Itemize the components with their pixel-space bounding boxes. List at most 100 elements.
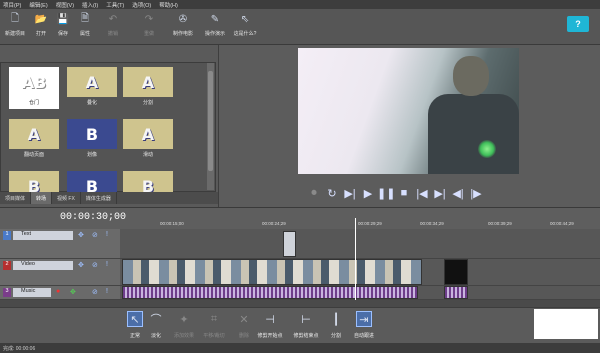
timeline-scrollbar[interactable] xyxy=(0,300,600,307)
add-effect-button[interactable]: ✦ 添加效果 xyxy=(170,311,198,340)
transition-preview-image: A xyxy=(123,119,173,149)
previous-frame-icon[interactable]: ◀| xyxy=(449,187,467,200)
transition-label: 滑动 xyxy=(142,152,153,158)
undo-icon: ↶ xyxy=(108,13,118,25)
video-track-lane[interactable] xyxy=(120,259,600,286)
track-number: 2 xyxy=(3,261,11,270)
make-movie-button[interactable]: ✇ 制作电影 xyxy=(170,12,196,38)
preview-figure-body xyxy=(428,94,519,174)
properties-icon: 🗎 xyxy=(80,12,90,24)
text-track-lane[interactable] xyxy=(120,229,600,259)
menu-help[interactable]: 帮助(H) xyxy=(159,1,178,9)
ruler-tick: 00:00:29;29 xyxy=(358,221,382,226)
ripple-icon: ⇥ xyxy=(356,311,372,327)
new-project-button[interactable]: 🗋 新建项目 xyxy=(2,12,28,38)
video-clip-end[interactable] xyxy=(444,259,468,285)
fx-icon[interactable]: ✥ xyxy=(78,231,84,239)
transition-thumbnail[interactable]: A 叠化 xyxy=(67,67,117,109)
whats-this-button[interactable]: ⇖ 这是什么? xyxy=(232,12,258,38)
audio-clip[interactable] xyxy=(122,286,418,299)
go-to-start-icon[interactable]: |◀ xyxy=(413,187,431,200)
record-icon[interactable]: ⏺ xyxy=(305,187,323,200)
track-name[interactable]: Video xyxy=(13,261,73,270)
transitions-panel: AB 仓门 A 叠化 A 分割 A 翻动页面 B 划像 A 滑动 B B B xyxy=(0,62,216,201)
tab-project-media[interactable]: 项目媒体 xyxy=(0,192,32,204)
tab-media-generators[interactable]: 媒体生成器 xyxy=(81,192,117,204)
solo-icon[interactable]: ! xyxy=(106,231,108,238)
mute-icon[interactable]: ⊘ xyxy=(92,261,98,269)
transition-preview-image: AB xyxy=(9,67,59,97)
playhead-cursor[interactable] xyxy=(355,218,356,302)
scrollbar-thumb[interactable] xyxy=(208,71,213,171)
trim-start-button[interactable]: ⊣ 修剪开始点 xyxy=(256,311,284,340)
track-header-text[interactable]: 1 Text ✥ ⊘ ! xyxy=(0,229,120,259)
edit-tool-bar: ↖ 正常 ⌒ 淡化 ✦ 添加效果 ⌗ 平移/裁切 ✕ 删除 ⊣ 修剪开始点 ⊢ 修剪结束点 ┃… xyxy=(0,307,600,343)
transition-label: 叠化 xyxy=(86,100,97,106)
transitions-scrollbar[interactable] xyxy=(207,63,214,190)
tab-transitions[interactable]: 转场 xyxy=(31,192,53,204)
pause-icon[interactable]: ❚❚ xyxy=(377,187,395,200)
stop-icon[interactable]: ■ xyxy=(395,187,413,199)
delete-x-icon: ✕ xyxy=(239,313,249,326)
time-ruler[interactable]: 00:00:15;00 00:00:24;29 00:00:29;29 00:0… xyxy=(120,215,600,227)
menu-insert[interactable]: 插入(I) xyxy=(82,1,98,9)
solo-icon[interactable]: ! xyxy=(106,288,108,295)
play-from-start-icon[interactable]: ▶| xyxy=(341,187,359,200)
properties-button[interactable]: 🗎 属性 xyxy=(72,12,98,38)
track-name[interactable]: Text xyxy=(13,231,73,240)
music-track-lane[interactable] xyxy=(120,286,600,300)
transition-preview-image: A xyxy=(9,119,59,149)
transition-preview-image: B xyxy=(67,119,117,149)
track-header-video[interactable]: 2 Video ✥ ⊘ ! xyxy=(0,259,120,286)
video-preview-frame xyxy=(298,48,519,174)
auto-ripple-button[interactable]: ⇥ 自动跟进 xyxy=(350,311,378,339)
loop-icon[interactable]: ↻ xyxy=(323,187,341,200)
text-clip[interactable] xyxy=(283,231,296,257)
help-button[interactable]: ? xyxy=(567,16,589,32)
transition-thumbnail[interactable]: B 划像 xyxy=(67,119,117,161)
redo-icon: ↷ xyxy=(144,13,154,25)
transport-controls: ⏺ ↻ ▶| ▶ ❚❚ ■ |◀ ▶| ◀| |▶ xyxy=(305,185,529,201)
trim-end-button[interactable]: ⊢ 修剪结束点 xyxy=(292,311,320,340)
audio-clip-end[interactable] xyxy=(444,286,468,299)
fade-tool-button[interactable]: ⌒ 淡化 xyxy=(142,311,170,339)
transition-thumbnail[interactable]: A 翻动页面 xyxy=(9,119,59,161)
menu-options[interactable]: 选项(O) xyxy=(132,1,151,9)
record-arm-icon[interactable]: ● xyxy=(56,288,60,295)
go-to-end-icon[interactable]: ▶| xyxy=(431,187,449,200)
show-me-how-button[interactable]: ✎ 操作演示 xyxy=(202,12,228,38)
menu-edit[interactable]: 编辑(E) xyxy=(29,1,47,9)
track-header-music[interactable]: 3 Music ● ✥ ⊘ ! xyxy=(0,286,120,300)
solo-icon[interactable]: ! xyxy=(106,261,108,268)
menu-view[interactable]: 视图(V) xyxy=(56,1,74,9)
mute-icon[interactable]: ⊘ xyxy=(92,288,98,296)
pointer-icon: ↖ xyxy=(127,311,143,327)
main-toolbar: 🗋 新建项目 📂 打开 💾 保存 🗎 属性 ↶ 撤销 ↷ 重做 ✇ 制作电影 ✎ 操作演示 ⇖ 这… xyxy=(0,9,600,45)
redo-button[interactable]: ↷ 重做 xyxy=(136,12,162,38)
pointer-question-icon: ⇖ xyxy=(240,13,250,25)
transition-thumbnail[interactable]: AB 仓门 xyxy=(9,67,59,109)
video-clip[interactable] xyxy=(122,259,422,285)
pan-crop-button[interactable]: ⌗ 平移/裁切 xyxy=(200,311,228,340)
transition-thumbnail[interactable]: A 分割 xyxy=(123,67,173,109)
save-icon: 💾 xyxy=(56,13,70,25)
ruler-tick: 00:00:24;29 xyxy=(262,221,286,226)
window-docking-tabs: 项目媒体 转场 视频 FX 媒体生成器 xyxy=(0,192,218,204)
mute-icon[interactable]: ⊘ xyxy=(92,231,98,239)
delete-button[interactable]: ✕ 删除 xyxy=(230,311,258,340)
undo-button[interactable]: ↶ 撤销 xyxy=(100,12,126,38)
next-frame-icon[interactable]: |▶ xyxy=(467,187,485,200)
track-name[interactable]: Music xyxy=(13,288,51,297)
timeline-tracks: 1 Text ✥ ⊘ ! 2 Video ✥ ⊘ ! 3 Music ● ✥ ⊘… xyxy=(0,229,600,300)
transition-preview-image: A xyxy=(123,67,173,97)
fx-icon[interactable]: ✥ xyxy=(78,261,84,269)
play-icon[interactable]: ▶ xyxy=(359,187,377,200)
tab-video-fx[interactable]: 视频 FX xyxy=(52,192,81,204)
fx-icon[interactable]: ✥ xyxy=(70,288,76,296)
split-button[interactable]: ┃ 分割 xyxy=(322,311,350,340)
transition-thumbnail[interactable]: A 滑动 xyxy=(123,119,173,161)
new-file-icon: 🗋 xyxy=(10,12,20,24)
ruler-tick: 00:00:15;00 xyxy=(160,221,184,226)
menu-project[interactable]: 项目(P) xyxy=(3,1,21,9)
menu-tools[interactable]: 工具(T) xyxy=(106,1,124,9)
